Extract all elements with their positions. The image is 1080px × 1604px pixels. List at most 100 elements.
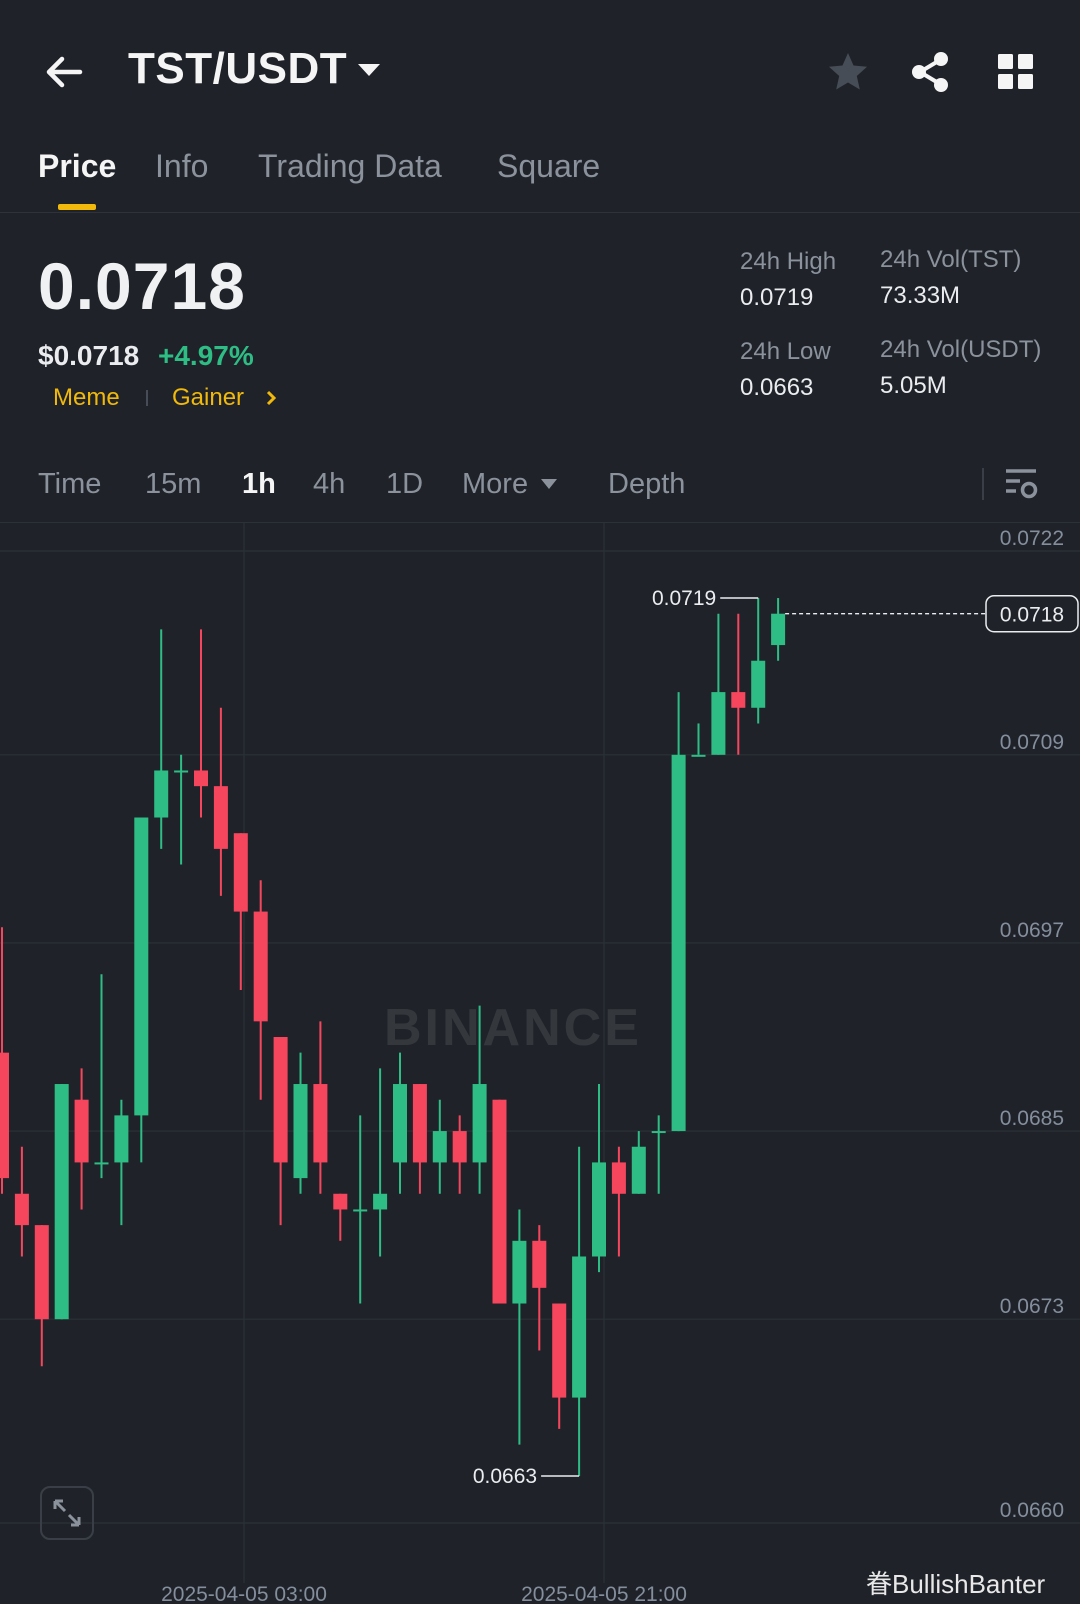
candle xyxy=(253,880,268,1100)
interval-time[interactable]: Time xyxy=(38,468,101,501)
price-change-percent: +4.97% xyxy=(158,340,254,371)
tag-divider xyxy=(146,390,148,406)
tab-trading-data[interactable]: Trading Data xyxy=(258,148,442,185)
candle-body xyxy=(452,1131,467,1163)
candle xyxy=(114,1099,129,1226)
last-price: 0.0718 xyxy=(38,249,246,323)
candle xyxy=(412,1084,427,1194)
vol-quote-value: 5.05M xyxy=(880,372,947,399)
candle xyxy=(651,1115,666,1194)
candle xyxy=(273,1037,288,1226)
depth-tab[interactable]: Depth xyxy=(608,468,685,501)
candle xyxy=(74,1068,89,1210)
candle-body xyxy=(74,1099,89,1163)
active-tab-indicator xyxy=(58,204,96,210)
fullscreen-button[interactable] xyxy=(40,1486,94,1540)
candle xyxy=(492,1099,507,1304)
candle-body xyxy=(691,754,706,757)
candle-body xyxy=(14,1193,29,1226)
expand-icon xyxy=(53,1499,81,1527)
candle xyxy=(691,723,706,757)
candle xyxy=(432,1099,447,1194)
candle-body xyxy=(134,817,149,1116)
share-icon[interactable] xyxy=(908,50,952,94)
price-usd: $0.0718 xyxy=(38,340,140,371)
candle xyxy=(134,817,149,1163)
candle xyxy=(393,1052,407,1194)
candle-body xyxy=(253,911,268,1022)
candle-body xyxy=(751,660,766,708)
candle xyxy=(751,598,766,724)
candle-body xyxy=(611,1162,626,1194)
candle xyxy=(711,613,726,755)
candle-body xyxy=(711,692,726,755)
candle-body xyxy=(552,1303,567,1398)
star-icon[interactable] xyxy=(826,50,870,94)
candlestick-chart[interactable]: 0.0722 0.0709 0.0697 0.0685 0.0673 0.0660 2025… xyxy=(0,523,1080,1604)
candle-body xyxy=(174,770,189,773)
candle-body xyxy=(631,1146,646,1194)
candle xyxy=(552,1303,567,1429)
low-annotation: 0.0663 xyxy=(473,1465,537,1488)
candle xyxy=(233,833,248,990)
high-annotation: 0.0719 xyxy=(652,587,716,610)
candle xyxy=(313,1021,328,1194)
caret-down-icon[interactable] xyxy=(540,478,558,490)
caret-down-icon[interactable] xyxy=(356,60,382,80)
grid-icon[interactable] xyxy=(996,52,1036,92)
last-price-label: 0.0718 xyxy=(1000,604,1064,627)
tab-square[interactable]: Square xyxy=(497,148,600,185)
y-tick-label: 0.0685 xyxy=(1000,1107,1064,1130)
pair-title[interactable]: TST/USDT xyxy=(128,44,347,94)
user-watermark: 眷BullishBanter xyxy=(866,1569,1046,1599)
candle xyxy=(94,974,109,1179)
candle-body xyxy=(154,770,169,818)
candle xyxy=(512,1209,527,1445)
candle xyxy=(34,1225,49,1367)
candle xyxy=(213,707,228,896)
y-tick-label: 0.0709 xyxy=(1000,731,1064,754)
x-tick-label: 2025-04-05 21:00 xyxy=(521,1583,687,1604)
chevron-right-icon[interactable] xyxy=(264,388,278,408)
candle xyxy=(353,1115,368,1304)
toolbar-divider xyxy=(982,468,984,500)
candle xyxy=(611,1146,626,1257)
candle-body xyxy=(0,1052,9,1179)
back-arrow-icon[interactable] xyxy=(40,48,88,96)
chart-settings-icon[interactable] xyxy=(1004,466,1038,502)
tab-info[interactable]: Info xyxy=(155,148,208,185)
interval-more[interactable]: More xyxy=(462,468,528,501)
candle-body xyxy=(54,1084,69,1320)
candle xyxy=(452,1115,467,1194)
candle xyxy=(771,598,786,661)
candle xyxy=(532,1225,547,1351)
interval-1h[interactable]: 1h xyxy=(242,468,276,501)
candle-body xyxy=(353,1209,368,1212)
candle-body xyxy=(532,1240,547,1288)
tag-gainer[interactable]: Gainer xyxy=(172,384,244,412)
candle-body xyxy=(333,1193,348,1210)
x-tick-label: 2025-04-05 03:00 xyxy=(161,1583,327,1604)
candle-body xyxy=(432,1131,447,1163)
candle-body xyxy=(492,1099,507,1304)
candle xyxy=(154,629,169,849)
high-value: 0.0719 xyxy=(740,284,814,311)
tab-price[interactable]: Price xyxy=(38,148,116,185)
candle-body xyxy=(572,1256,587,1398)
candle-body xyxy=(373,1193,388,1210)
interval-4h[interactable]: 4h xyxy=(313,468,345,501)
interval-15m[interactable]: 15m xyxy=(145,468,201,501)
candle xyxy=(14,1146,29,1257)
binance-watermark: BINANCE xyxy=(384,999,642,1057)
candle xyxy=(731,613,746,755)
low-label: 24h Low xyxy=(740,338,831,365)
candle xyxy=(174,754,189,865)
candle-body xyxy=(651,1131,666,1134)
tag-meme[interactable]: Meme xyxy=(53,384,120,412)
vol-base-label: 24h Vol(TST) xyxy=(880,246,1022,273)
y-tick-label: 0.0697 xyxy=(1000,919,1064,942)
tab-bar: Price Info Trading Data Square xyxy=(0,140,1080,213)
candle-body xyxy=(34,1225,49,1320)
candle-body xyxy=(393,1084,407,1163)
interval-1d[interactable]: 1D xyxy=(386,468,423,501)
